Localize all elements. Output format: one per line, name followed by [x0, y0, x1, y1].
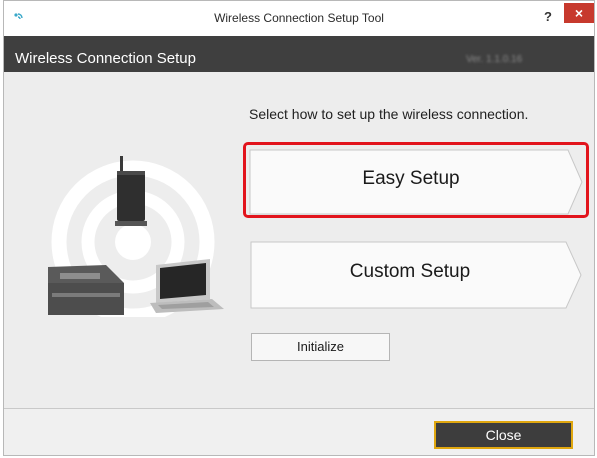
header-band: Wireless Connection Setup Ver. 1.1.0.16: [4, 36, 594, 72]
window-close-button[interactable]: ×: [564, 3, 594, 23]
window-title: Wireless Connection Setup Tool: [214, 11, 384, 25]
initialize-button[interactable]: Initialize: [251, 333, 390, 361]
easy-setup-button[interactable]: Easy Setup: [244, 144, 590, 220]
title-bar: Wireless Connection Setup Tool ? ×: [4, 1, 594, 36]
easy-setup-label: Easy Setup: [362, 168, 460, 189]
laptop-icon: [150, 259, 224, 313]
content-area: Select how to set up the wireless connec…: [4, 72, 594, 408]
help-button[interactable]: ?: [536, 7, 560, 27]
custom-setup-label: Custom Setup: [349, 261, 471, 282]
close-button[interactable]: Close: [434, 421, 573, 449]
wireless-devices-illustration: [48, 156, 224, 317]
version-label: Ver. 1.1.0.16: [466, 54, 523, 65]
page-title: Wireless Connection Setup: [15, 50, 196, 67]
scanner-icon: [48, 265, 124, 315]
custom-setup-button[interactable]: Custom Setup: [250, 241, 582, 309]
setup-window: Wireless Connection Setup Tool ? × Wirel…: [3, 0, 595, 456]
footer-band: Close: [4, 408, 594, 455]
instruction-text: Select how to set up the wireless connec…: [249, 106, 529, 122]
